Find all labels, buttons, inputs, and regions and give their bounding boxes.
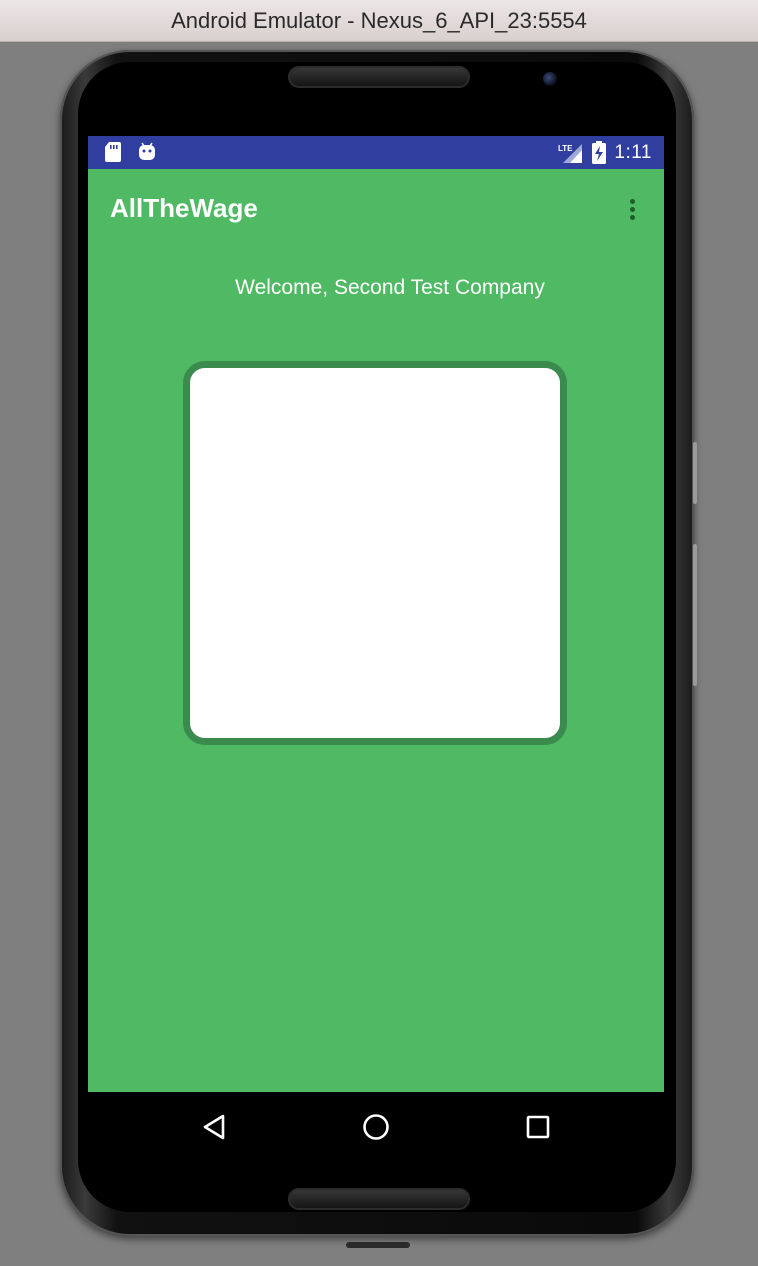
app-title: AllTheWage [110, 193, 258, 223]
status-right-icons: LTE 1:11 [558, 136, 652, 169]
back-icon[interactable] [198, 1111, 230, 1143]
volume-button[interactable] [693, 544, 697, 686]
device-screen: LTE 1:11 AllTheWage Welcome, Second Test… [88, 136, 664, 1092]
status-bar: LTE 1:11 [88, 136, 664, 169]
bottom-speaker [288, 1188, 470, 1210]
home-icon[interactable] [360, 1111, 392, 1143]
front-camera [543, 72, 557, 86]
lte-label: LTE [558, 144, 573, 153]
content-card[interactable] [183, 361, 567, 745]
menu-dot [629, 214, 635, 220]
android-debug-icon [139, 142, 155, 160]
navigation-bar [88, 1092, 664, 1162]
app-toolbar: AllTheWage [88, 169, 664, 249]
status-left-icons [104, 141, 156, 163]
lte-signal-icon: LTE [558, 143, 583, 163]
recents-icon[interactable] [522, 1111, 554, 1143]
power-button[interactable] [693, 442, 697, 504]
top-speaker [288, 66, 470, 88]
sd-card-icon [105, 142, 121, 162]
battery-charging-icon [592, 141, 607, 164]
menu-dot [629, 206, 635, 212]
overflow-menu-icon[interactable] [618, 194, 646, 224]
welcome-message: Welcome, Second Test Company [235, 276, 545, 299]
phone-bottom-port [346, 1242, 410, 1248]
emulator-window-title: Android Emulator - Nexus_6_API_23:5554 [0, 0, 758, 42]
status-time: 1:11 [614, 141, 652, 163]
menu-dot [629, 198, 635, 204]
